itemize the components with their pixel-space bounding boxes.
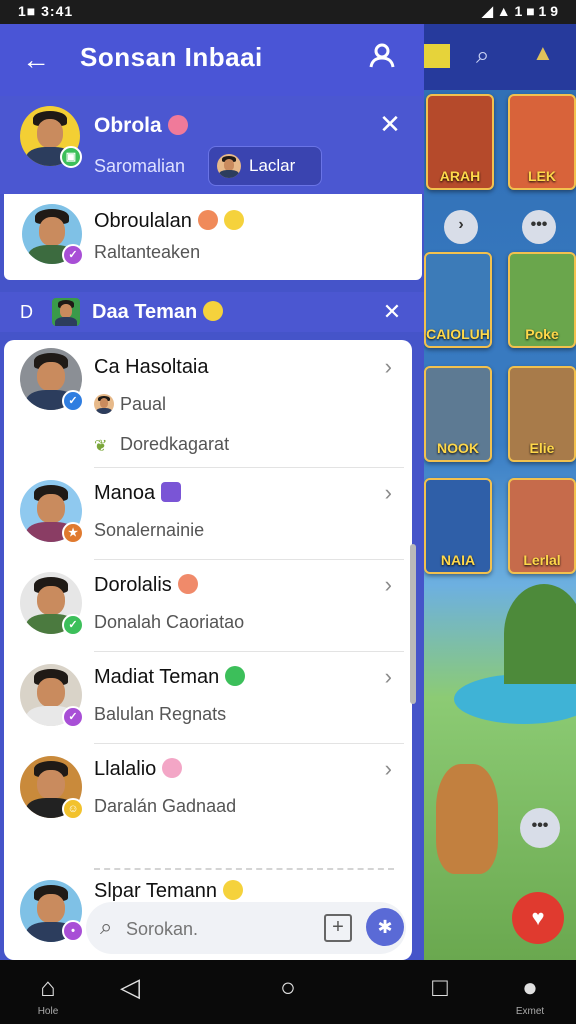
game-tile[interactable]: LEK <box>508 94 576 190</box>
list-item[interactable]: ☺ Llalalio Daralán Gadnaad › <box>4 744 412 870</box>
notification-name: Obrola <box>94 114 188 138</box>
contact-name: Manoa <box>94 482 182 505</box>
green-emoji-icon <box>225 666 246 686</box>
friends-panel: ← Sonsan Inbaai ▣ Obrola Saromalian Lacl… <box>0 24 424 960</box>
happy-emoji-icon <box>203 301 224 321</box>
notification-chip[interactable]: Laclar <box>208 146 322 186</box>
game-tile[interactable]: Elie <box>508 366 576 462</box>
grin-emoji-icon <box>223 210 244 230</box>
friend-request-card[interactable]: ✓ Obroulalan Raltanteaken <box>4 194 422 280</box>
status-time: 1■ 3:41 <box>18 3 74 19</box>
contact-status: Sonalernainie <box>94 520 205 540</box>
status-badge-icon: ✓ <box>62 706 84 728</box>
blush-emoji-icon <box>177 574 198 594</box>
game-more-button[interactable]: ••• <box>522 210 556 244</box>
list-item[interactable]: ✓ Madiat Teman Balulan Regnats › <box>4 652 412 744</box>
check-badge-icon: ✓ <box>62 244 84 266</box>
notification-banner[interactable]: ▣ Obrola Saromalian Laclar ✕ <box>0 96 424 194</box>
verified-badge-icon: ✓ <box>62 390 84 412</box>
game-arrow-button[interactable]: › <box>444 210 478 244</box>
wink-emoji-icon <box>223 880 244 900</box>
card-name: Obroulalan <box>94 210 244 233</box>
contact-status: Paual <box>120 394 167 414</box>
pink-emoji-icon <box>162 758 183 778</box>
notification-subtitle: Saromalian <box>94 156 186 176</box>
contact-activity: Doredkagarat <box>120 434 230 454</box>
page-title: Sonsan Inbaai <box>80 42 263 72</box>
background-game-app: ⌕ ▲ ARAH LEK › ••• CAIOLUH Poke NOOK Eli… <box>424 24 576 960</box>
add-icon[interactable]: + <box>324 914 352 942</box>
chevron-right-icon[interactable]: › <box>385 480 392 506</box>
game-tile[interactable]: ARAH <box>426 94 494 190</box>
list-item[interactable]: ★ Manoa Sonalernainie › <box>4 468 412 560</box>
chevron-right-icon[interactable]: › <box>385 572 392 598</box>
scrollbar[interactable] <box>410 544 416 704</box>
close-icon[interactable]: ✕ <box>370 104 410 144</box>
contact-name: Madiat Teman <box>94 666 246 689</box>
recents-nav-icon[interactable]: □ <box>418 972 462 1012</box>
chevron-right-icon[interactable]: › <box>385 756 392 782</box>
close-icon[interactable]: ✕ <box>372 292 412 332</box>
game-mountain <box>504 584 576 684</box>
contact-name: Llalalio <box>94 758 183 781</box>
contact-status: Balulan Regnats <box>94 704 227 724</box>
back-nav-icon[interactable]: ◁ <box>108 972 152 1012</box>
game-top-bar: ⌕ ▲ <box>424 24 576 90</box>
section-avatar <box>52 298 80 326</box>
game-tile[interactable]: CAIOLUH <box>424 252 492 348</box>
back-arrow-icon[interactable]: ← <box>16 40 56 80</box>
section-prefix: D <box>20 302 33 322</box>
chip-label: Laclar <box>249 156 296 175</box>
game-tile[interactable]: NAIA <box>424 478 492 574</box>
game-profile-icon[interactable]: ▲ <box>532 40 560 68</box>
smile-emoji-icon <box>197 210 218 230</box>
list-item[interactable]: ✓ Dorolalis Donalah Caoriatao › <box>4 560 412 652</box>
panel-header: ← Sonsan Inbaai <box>0 24 424 96</box>
heart-emoji-icon <box>167 115 188 135</box>
status-badge-icon: ✓ <box>62 614 84 636</box>
contact-name: Slpar Temann <box>94 880 244 903</box>
list-item[interactable]: ✓ Ca Hasoltaia Paual ❦ Doredkagarat › <box>4 340 412 468</box>
mini-avatar <box>94 394 114 414</box>
game-heart-button[interactable]: ♥ <box>512 892 564 944</box>
status-badge-icon: ★ <box>62 522 84 544</box>
game-character <box>436 764 498 874</box>
status-icons: ◢ ▲ 1 ■ 1 9 <box>482 3 558 19</box>
home-nav-icon[interactable]: ○ <box>266 972 310 1012</box>
chevron-right-icon[interactable]: › <box>385 354 392 380</box>
contact-name: Dorolalis <box>94 574 198 597</box>
shield-emoji-icon <box>161 482 182 502</box>
friends-list: ✓ Ca Hasoltaia Paual ❦ Doredkagarat › ★ … <box>4 340 412 960</box>
chip-avatar <box>217 154 241 178</box>
status-badge-icon: • <box>62 920 84 942</box>
contact-status: Daralán Gadnaad <box>94 796 237 816</box>
game-tile[interactable]: Lerlal <box>508 478 576 574</box>
game-chat-button[interactable]: ••• <box>520 808 560 848</box>
home-label: Hole <box>37 1006 59 1017</box>
contact-status: Donalah Caoriatao <box>94 612 245 632</box>
profile-label: Exmet <box>515 1006 545 1017</box>
section-title: Daa Teman <box>92 301 224 324</box>
system-nav-bar: ⌂ Hole ◁ ○ □ ● Exmet <box>0 960 576 1024</box>
search-icon: ⌕ <box>100 914 113 939</box>
contact-name: Ca Hasoltaia <box>94 356 209 378</box>
profile-icon[interactable] <box>362 40 402 80</box>
card-subtitle: Raltanteaken <box>94 242 201 262</box>
online-badge-icon: ▣ <box>60 146 82 168</box>
search-input[interactable] <box>124 914 318 944</box>
search-bar: ⌕ + ✱ <box>86 902 406 954</box>
chevron-right-icon[interactable]: › <box>385 664 392 690</box>
game-tile[interactable]: Poke <box>508 252 576 348</box>
game-yellow-tab[interactable] <box>424 44 450 68</box>
game-tile[interactable]: NOOK <box>424 366 492 462</box>
status-bar: 1■ 3:41 ◢ ▲ 1 ■ 1 9 <box>0 0 576 24</box>
game-search-icon[interactable]: ⌕ <box>476 42 504 70</box>
smile-badge-icon: ☺ <box>62 798 84 820</box>
assistant-button[interactable]: ✱ <box>366 908 404 946</box>
leaf-icon: ❦ <box>94 438 108 455</box>
section-header: D Daa Teman ✕ <box>0 292 424 332</box>
